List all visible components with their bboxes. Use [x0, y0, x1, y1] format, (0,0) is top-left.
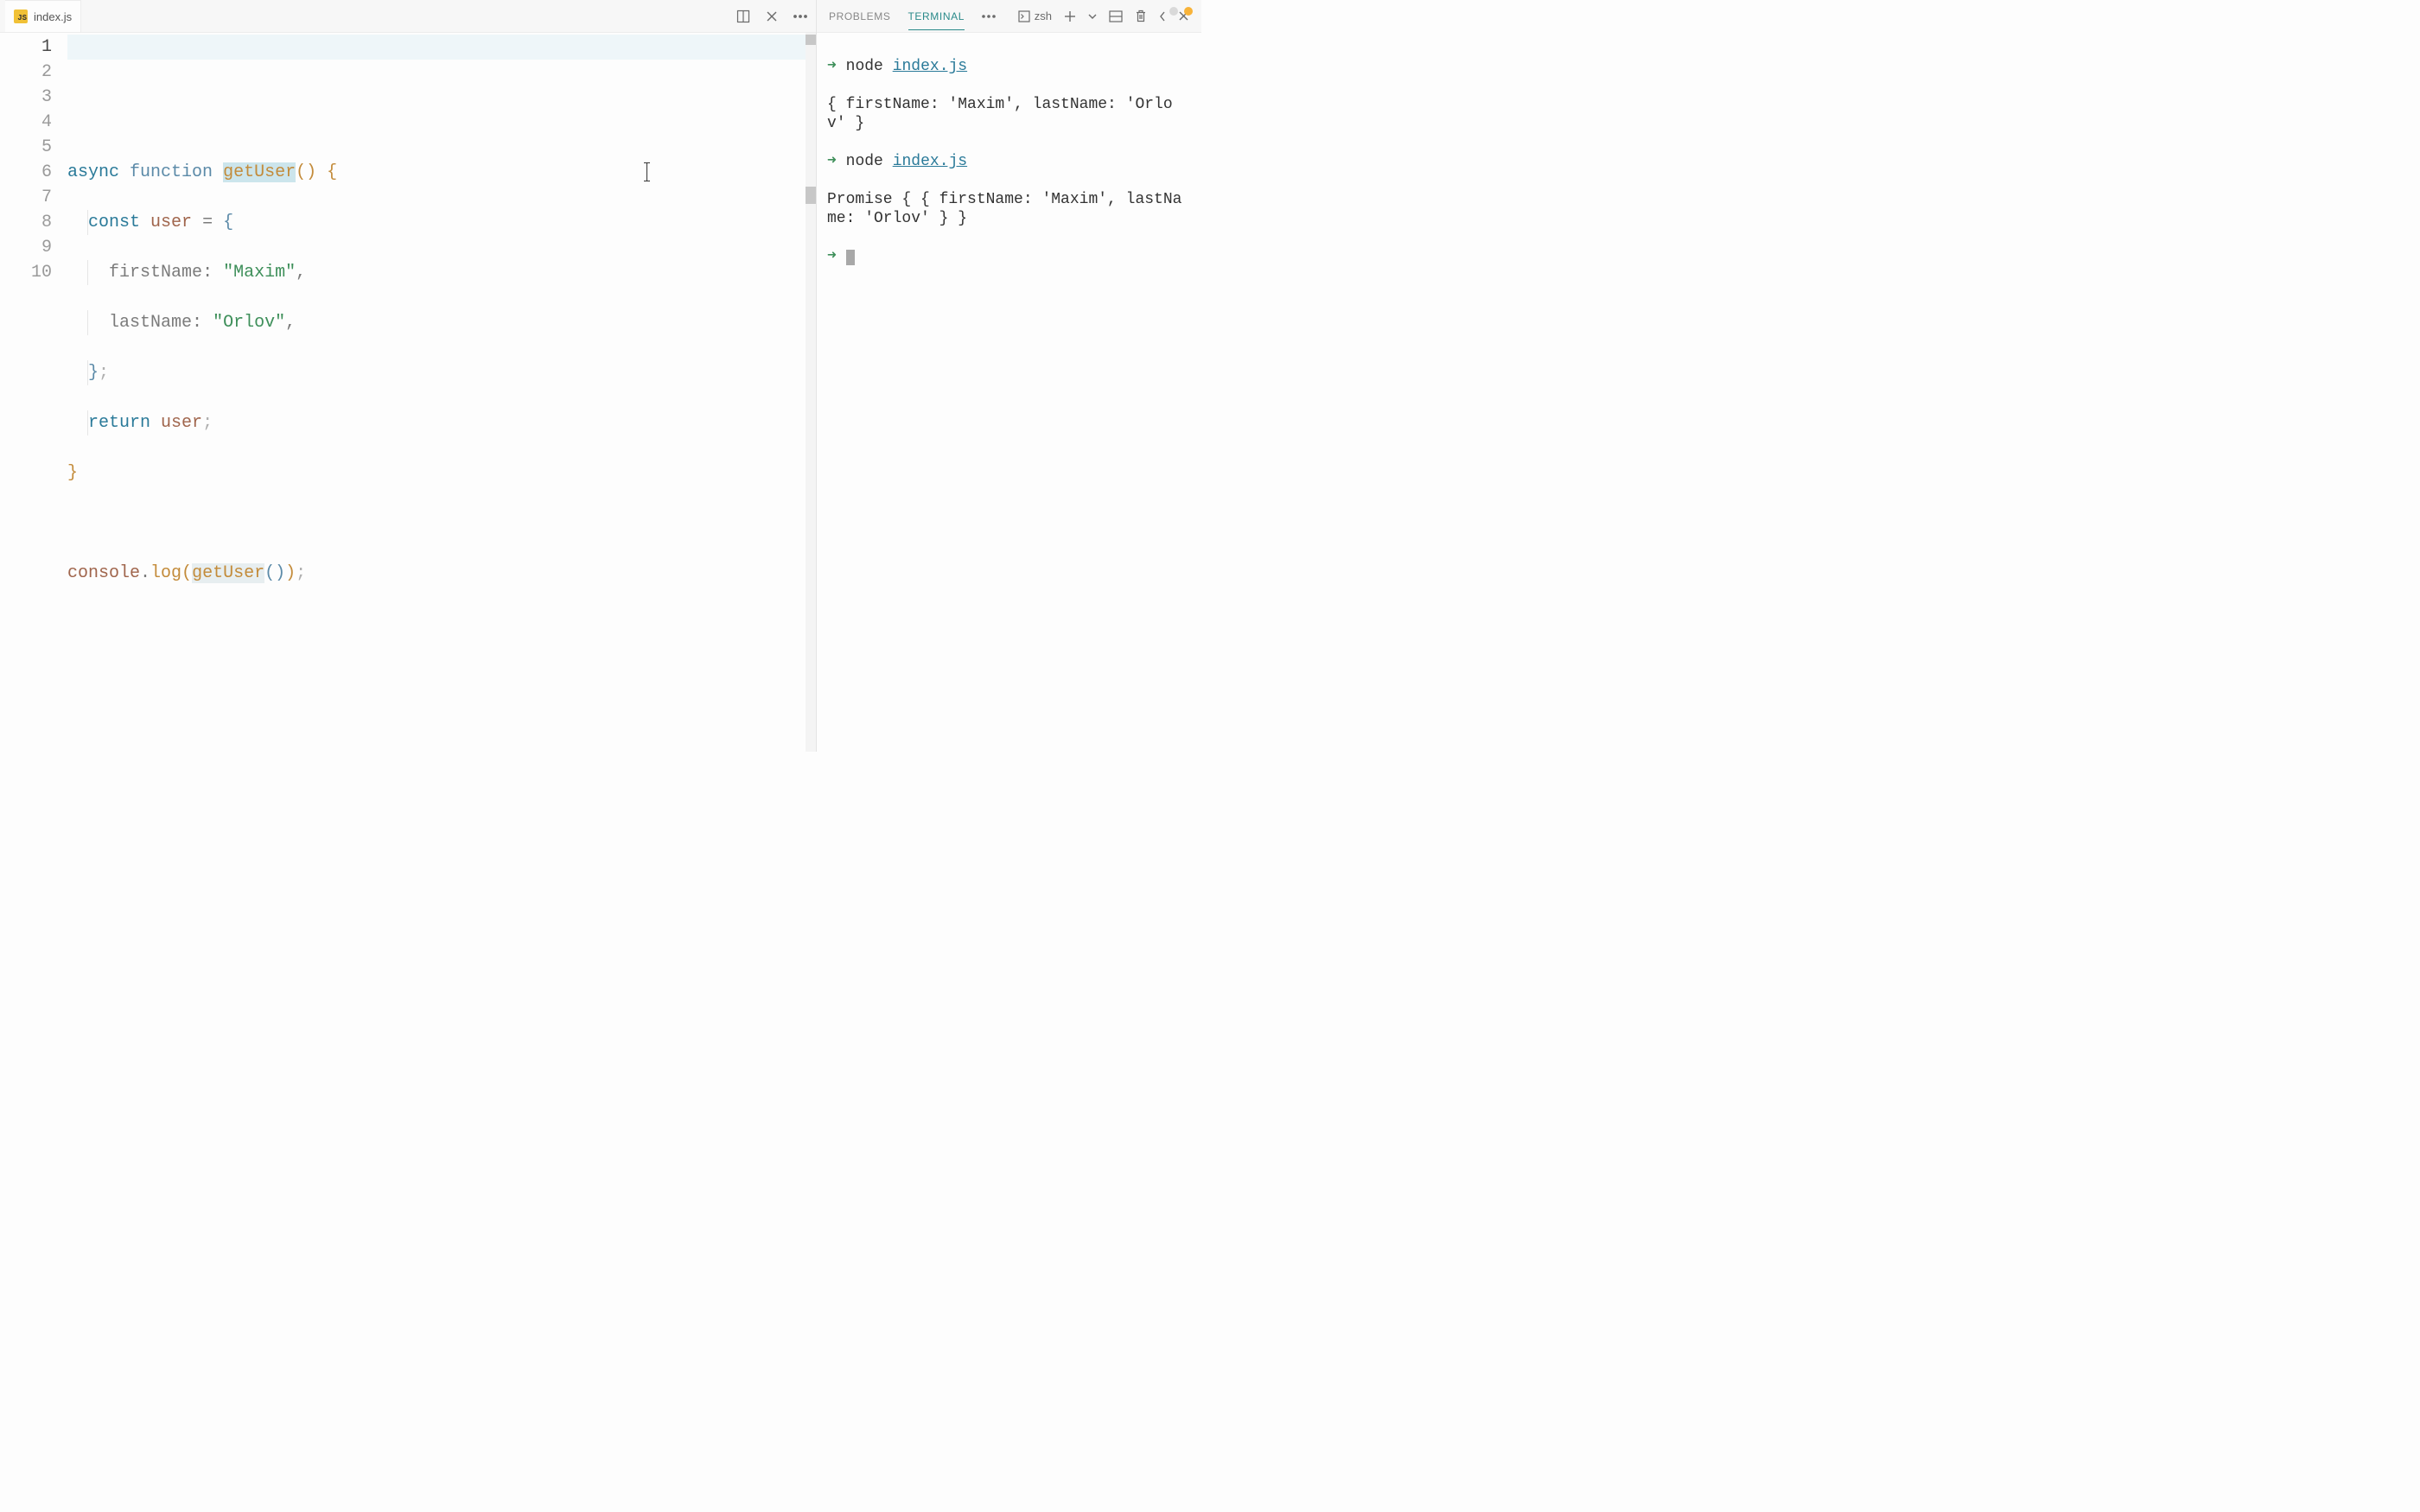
terminal-tab-bar: PROBLEMS TERMINAL zsh [817, 0, 1201, 33]
line-number-gutter: 1 2 3 4 5 6 7 8 9 10 [0, 35, 67, 752]
vscode-window: JS index.js 1 2 [0, 0, 1201, 752]
editor-tab-bar: JS index.js [0, 0, 816, 33]
chevron-down-icon[interactable] [1088, 14, 1097, 19]
prompt-arrow-icon: ➜ [827, 153, 837, 170]
editor-panel: JS index.js 1 2 [0, 0, 817, 752]
js-file-icon: JS [14, 10, 28, 23]
shell-selector[interactable]: zsh [1018, 10, 1052, 22]
more-actions-icon[interactable] [982, 15, 996, 18]
more-actions-icon[interactable] [793, 15, 807, 18]
shell-name-label: zsh [1035, 10, 1052, 22]
tab-terminal[interactable]: TERMINAL [908, 10, 965, 30]
tab-problems[interactable]: PROBLEMS [829, 10, 891, 22]
trash-icon[interactable] [1135, 10, 1147, 22]
close-icon[interactable] [766, 10, 778, 22]
code-lines: async function getUser() { const user = … [67, 135, 816, 686]
code-editor[interactable]: 1 2 3 4 5 6 7 8 9 10 async function getU… [0, 33, 816, 752]
file-tab-label: index.js [34, 10, 72, 23]
prompt-arrow-icon: ➜ [827, 58, 837, 75]
split-editor-icon[interactable] [736, 10, 750, 23]
terminal-cursor [846, 250, 855, 265]
new-terminal-icon[interactable] [1064, 10, 1076, 22]
terminal-shell-icon [1018, 10, 1030, 22]
split-terminal-icon[interactable] [1109, 10, 1123, 22]
chevron-left-icon[interactable] [1159, 11, 1166, 22]
prompt-arrow-icon: ➜ [827, 248, 837, 265]
terminal-panel: PROBLEMS TERMINAL zsh [817, 0, 1201, 752]
terminal-output[interactable]: ➜ node index.js { firstName: 'Maxim', la… [817, 33, 1201, 752]
file-tab-indexjs[interactable]: JS index.js [5, 0, 81, 32]
